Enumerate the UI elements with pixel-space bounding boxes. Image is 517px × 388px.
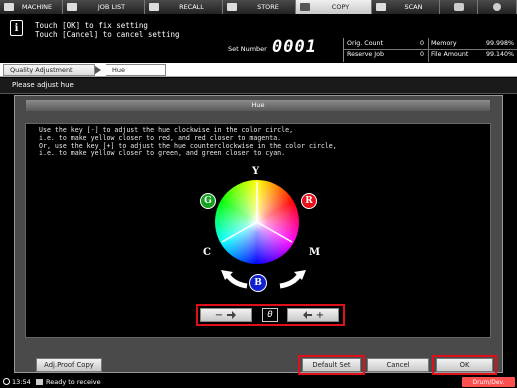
breadcrumb: Quality Adjustment Hue — [0, 63, 517, 77]
instruction-message: Touch [OK] to fix setting Touch [Cancel]… — [35, 21, 180, 39]
help-button[interactable] — [478, 0, 517, 14]
tab-scan[interactable]: SCAN — [372, 0, 440, 14]
prompt-text: Please adjust hue — [12, 81, 74, 89]
plus-label: + — [315, 309, 325, 321]
info-bar: i Touch [OK] to fix setting Touch [Cance… — [0, 15, 517, 62]
status-message: Ready to receive — [46, 378, 101, 386]
drum-dev-label: Drum/Dev. — [472, 378, 505, 386]
breadcrumb-hue: Hue — [106, 64, 166, 76]
tab-label: MACHINE — [21, 3, 53, 11]
tab-label: SCAN — [404, 3, 423, 11]
tab-copy[interactable]: COPY — [296, 0, 372, 14]
scan-icon — [376, 3, 386, 11]
hue-value: 0 — [262, 308, 278, 322]
set-number-display: 0001 — [272, 37, 317, 57]
pointer-hand-icon — [227, 311, 237, 319]
plus-button[interactable]: + — [287, 308, 339, 322]
settings-icon — [453, 3, 464, 11]
hue-description: Use the key [-] to adjust the hue clockw… — [39, 126, 337, 158]
file-amount-value: 99.140% — [486, 51, 515, 58]
recall-icon — [149, 3, 159, 11]
clock-icon — [3, 378, 10, 385]
tab-label: RECALL — [179, 3, 204, 11]
orig-count-value: 0 — [420, 40, 425, 47]
hue-panel: Hue Use the key [-] to adjust the hue cl… — [14, 95, 503, 373]
set-number-label: Set Number — [228, 45, 267, 53]
job-stats: Orig. Count 0 Memory 99.998% Reserve Job… — [343, 38, 517, 62]
breadcrumb-arrow-icon — [95, 66, 101, 74]
file-amount-label: File Amount — [431, 51, 469, 58]
memory-value: 99.998% — [486, 40, 515, 47]
cancel-button[interactable]: Cancel — [367, 358, 429, 372]
counterclockwise-arrow-icon — [221, 270, 248, 289]
help-icon — [493, 3, 501, 11]
drum-dev-warning[interactable]: Drum/Dev. — [462, 377, 515, 387]
tab-label: COPY — [331, 3, 350, 11]
job-list-icon — [67, 3, 77, 11]
copy-icon — [300, 3, 310, 11]
hue-adjust-area: Use the key [-] to adjust the hue clockw… — [25, 123, 491, 338]
status-bar: 13:54 Ready to receive Drum/Dev. — [0, 376, 517, 388]
reserve-job-label: Reserve Job — [347, 51, 385, 58]
tab-recall[interactable]: RECALL — [145, 0, 223, 14]
green-dot: G — [200, 193, 216, 209]
blue-dot: B — [249, 274, 267, 292]
ok-button[interactable]: OK — [436, 358, 493, 372]
cyan-label: C — [203, 247, 211, 258]
color-circle-dividers — [221, 182, 293, 243]
breadcrumb-quality-adjustment[interactable]: Quality Adjustment — [3, 64, 95, 76]
default-set-button[interactable]: Default Set — [302, 358, 361, 372]
store-icon — [227, 3, 237, 11]
printer-icon — [36, 379, 43, 385]
prompt-bar: Please adjust hue — [0, 78, 517, 94]
tab-machine[interactable]: MACHINE — [0, 0, 63, 14]
instruction-line-1: Touch [OK] to fix setting — [35, 21, 148, 30]
settings-button[interactable] — [440, 0, 478, 14]
tab-label: STORE — [257, 3, 279, 11]
tab-job-list[interactable]: JOB LIST — [63, 0, 145, 14]
clock-time: 13:54 — [12, 378, 31, 386]
tab-store[interactable]: STORE — [223, 0, 296, 14]
minus-label: − — [214, 309, 224, 321]
red-dot: R — [301, 193, 317, 209]
reserve-job-value: 0 — [420, 51, 425, 58]
tab-label: JOB LIST — [97, 3, 126, 11]
color-circle — [215, 180, 299, 264]
machine-icon — [4, 3, 14, 11]
info-icon: i — [10, 20, 23, 36]
pointer-hand-icon — [302, 311, 312, 319]
instruction-line-2: Touch [Cancel] to cancel setting — [35, 30, 180, 39]
clockwise-arrow-icon — [279, 270, 306, 289]
adj-proof-copy-button[interactable]: Adj.Proof Copy — [36, 358, 102, 372]
hue-stepper: − 0 + — [196, 304, 345, 326]
yellow-label: Y — [252, 166, 260, 177]
magenta-label: M — [309, 247, 321, 258]
top-tab-bar: MACHINE JOB LIST RECALL STORE COPY SCAN — [0, 0, 517, 14]
panel-title: Hue — [26, 100, 490, 111]
minus-button[interactable]: − — [200, 308, 252, 322]
orig-count-label: Orig. Count — [347, 40, 383, 47]
memory-label: Memory — [431, 40, 457, 47]
